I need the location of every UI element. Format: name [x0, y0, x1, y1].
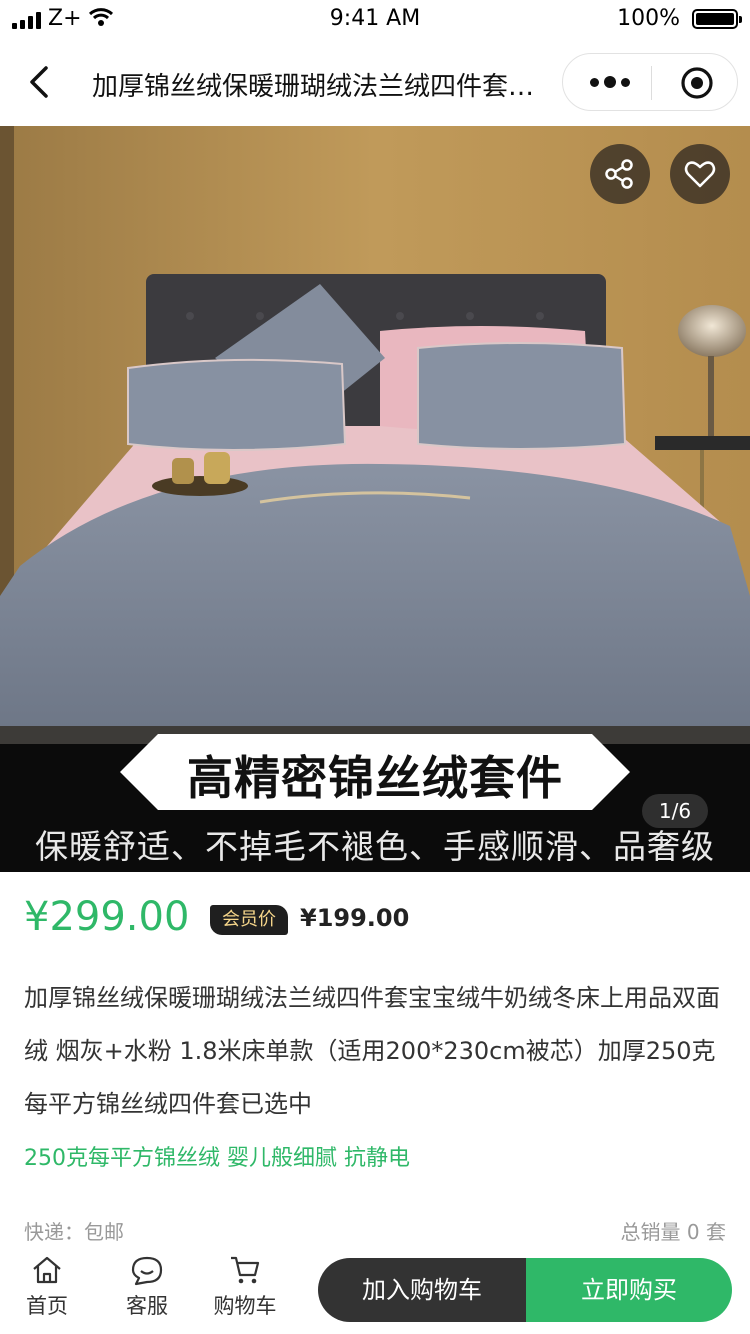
shipping-info: 快递：包邮 — [24, 1220, 124, 1244]
banner-subtitle: 保暖舒适、不掉毛不褪色、手感顺滑、品奢级 — [35, 827, 715, 866]
battery-percent: 100% — [617, 6, 680, 31]
add-to-cart-button[interactable]: 加入购物车 — [318, 1258, 526, 1322]
favorite-button[interactable] — [670, 144, 730, 204]
member-price-tag: 会员价 — [210, 905, 288, 935]
heart-icon — [684, 161, 716, 188]
back-arrow-icon[interactable] — [22, 62, 62, 102]
battery-icon — [692, 9, 742, 29]
home-icon — [33, 1256, 61, 1284]
capsule-divider — [651, 66, 652, 100]
sale-price: ¥299.00 — [24, 894, 190, 940]
cart-tab-label: 购物车 — [213, 1294, 277, 1318]
page-title: 加厚锦丝绒保暖珊瑚绒法兰绒四件套宝宝绒牛奶绒冬床上用品双面绒 — [92, 72, 552, 102]
sales-count: 总销量 0 套 — [620, 1220, 726, 1244]
more-options-icon[interactable] — [585, 69, 635, 95]
cart-tab[interactable]: 购物车 — [200, 1254, 290, 1320]
bottom-action-bar: 首页 客服 购物车 加入购物车 立即购买 — [0, 1248, 750, 1334]
banner-title: 高精密锦丝绒套件 — [187, 751, 563, 805]
cart-icon — [231, 1256, 260, 1284]
chat-icon — [131, 1256, 163, 1286]
product-image-gallery[interactable]: 高精密锦丝绒套件 保暖舒适、不掉毛不褪色、手感顺滑、品奢级 1/6 — [0, 126, 750, 872]
home-tab[interactable]: 首页 — [2, 1254, 92, 1320]
product-description: 加厚锦丝绒保暖珊瑚绒法兰绒四件套宝宝绒牛奶绒冬床上用品双面绒 烟灰+水粉 1.8… — [24, 984, 720, 1118]
customer-service-tab[interactable]: 客服 — [102, 1254, 192, 1320]
status-bar: Z+ 9:41 AM 100% — [0, 0, 750, 40]
share-icon — [605, 159, 633, 189]
close-miniprogram-icon[interactable] — [680, 66, 714, 100]
navigation-bar: 加厚锦丝绒保暖珊瑚绒法兰绒四件套宝宝绒牛奶绒冬床上用品双面绒 — [0, 40, 750, 126]
miniprogram-capsule — [562, 53, 738, 111]
selling-points: 250克每平方锦丝绒 婴儿般细腻 抗静电 — [24, 1146, 410, 1171]
member-price: ¥199.00 — [300, 904, 410, 932]
home-tab-label: 首页 — [26, 1294, 68, 1318]
buy-now-button[interactable]: 立即购买 — [526, 1258, 732, 1322]
share-button[interactable] — [590, 144, 650, 204]
customer-service-tab-label: 客服 — [126, 1294, 168, 1318]
image-counter: 1/6 — [642, 794, 708, 828]
